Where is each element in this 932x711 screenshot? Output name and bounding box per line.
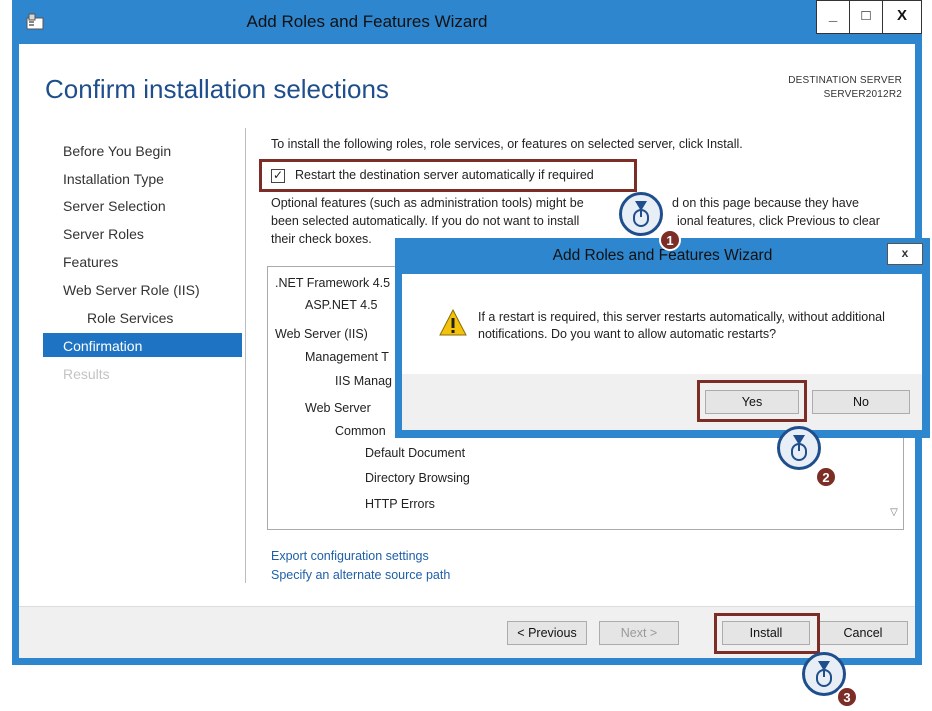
restart-checkbox[interactable]: ✓ xyxy=(271,169,285,183)
optional-text-line1: Optional features (such as administratio… xyxy=(271,196,584,210)
destination-server-name: SERVER2012R2 xyxy=(823,89,902,100)
maximize-button[interactable]: □ xyxy=(849,0,883,34)
nav-item-installation-type[interactable]: Installation Type xyxy=(63,171,164,187)
next-button: Next > xyxy=(599,621,679,645)
list-item: Management T xyxy=(305,350,389,364)
list-item: ASP.NET 4.5 xyxy=(305,298,378,312)
intro-text: To install the following roles, role ser… xyxy=(271,137,743,151)
nav-item-before-you-begin[interactable]: Before You Begin xyxy=(63,143,171,159)
dialog-close-button[interactable]: x xyxy=(887,243,923,265)
page-title: Confirm installation selections xyxy=(45,74,389,104)
scroll-down-arrow-icon[interactable]: ▽ xyxy=(886,507,902,527)
previous-button[interactable]: < Previous xyxy=(507,621,587,645)
list-item: Default Document xyxy=(365,446,466,460)
nav-item-web-server-role[interactable]: Web Server Role (IIS) xyxy=(63,282,200,298)
dialog-title: Add Roles and Features Wizard xyxy=(552,247,773,264)
list-item: Common xyxy=(335,424,386,438)
yes-highlight-box xyxy=(697,380,807,422)
nav-item-role-services[interactable]: Role Services xyxy=(87,310,173,326)
close-button[interactable]: X xyxy=(882,0,922,34)
list-item: HTTP Errors xyxy=(365,497,435,511)
alternate-source-link[interactable]: Specify an alternate source path xyxy=(271,568,450,582)
optional-text-line1-end: d on this page because they have xyxy=(672,196,859,210)
optional-text-line2: been selected automatically. If you do n… xyxy=(271,214,580,228)
restart-checkbox-label[interactable]: Restart the destination server automatic… xyxy=(295,168,594,182)
install-highlight-box xyxy=(714,613,820,654)
nav-item-features[interactable]: Features xyxy=(63,254,118,270)
step-badge: 3 xyxy=(836,686,858,708)
mouse-cursor-icon xyxy=(619,192,663,236)
list-item: Web Server xyxy=(305,401,371,415)
list-item: IIS Manag xyxy=(335,374,392,388)
export-configuration-link[interactable]: Export configuration settings xyxy=(271,549,429,563)
warning-icon xyxy=(439,308,467,336)
mouse-cursor-icon xyxy=(777,426,821,470)
nav-item-server-roles[interactable]: Server Roles xyxy=(63,226,144,242)
list-item: .NET Framework 4.5 xyxy=(275,276,391,290)
minimize-button[interactable]: _ xyxy=(816,0,850,34)
destination-server-label: DESTINATION SERVER xyxy=(788,75,902,86)
dialog-message: If a restart is required, this server re… xyxy=(478,310,885,341)
nav-divider xyxy=(245,128,246,583)
nav-item-confirmation[interactable]: Confirmation xyxy=(63,338,142,354)
optional-text-line3: their check boxes. xyxy=(271,232,372,246)
step-badge: 2 xyxy=(815,466,837,488)
cancel-button[interactable]: Cancel xyxy=(818,621,908,645)
list-item: Directory Browsing xyxy=(365,471,470,485)
nav-item-server-selection[interactable]: Server Selection xyxy=(63,198,166,214)
list-item: Web Server (IIS) xyxy=(275,327,368,341)
step-badge: 1 xyxy=(659,229,681,251)
nav-item-results: Results xyxy=(63,366,110,382)
no-button[interactable]: No xyxy=(812,390,910,414)
window-title: Add Roles and Features Wizard xyxy=(246,12,488,31)
optional-text-line2-end: ional features, click Previous to clear xyxy=(677,214,880,228)
